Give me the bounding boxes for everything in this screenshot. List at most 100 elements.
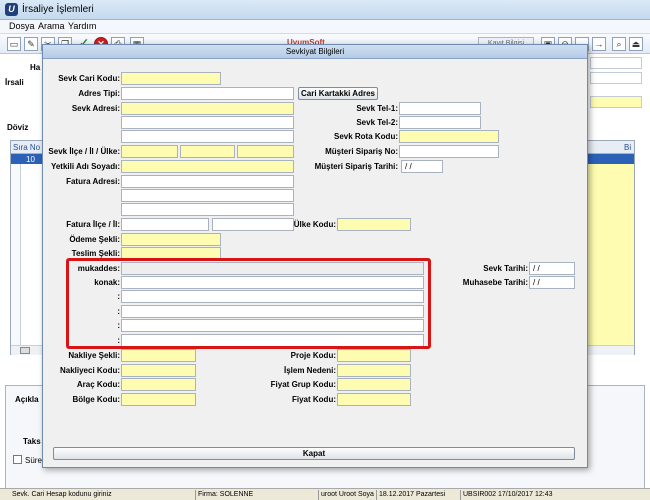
sevk-tel-2-input[interactable] [399,116,481,129]
fatura-adresi-line2[interactable] [121,189,294,202]
bg-grid-row-indicator [11,164,21,345]
label-extra-2: : [117,307,120,316]
bg-label-doviz: Döviz [7,123,29,132]
label-sevk-adresi: Sevk Adresi: [71,104,120,113]
menu-dosya[interactable]: Dosya [9,21,35,31]
bolge-kodu-input[interactable] [121,393,196,406]
musteri-siparis-no-input[interactable] [399,145,499,158]
label-sevk-tarihi: Sevk Tarihi: [483,264,528,273]
adres-tipi-input[interactable] [121,87,294,100]
status-user: uroot Uroot Soyadı [318,490,374,500]
label-proje-kodu: Proje Kodu: [290,351,336,360]
sevk-adresi-line3[interactable] [121,130,294,143]
odeme-sekli-input[interactable] [121,233,221,246]
fatura-adresi-line1[interactable] [121,175,294,188]
label-sevk-rota-kodu: Sevk Rota Kodu: [333,132,398,141]
label-muhasebe-tarihi: Muhasebe Tarihi: [462,278,528,287]
bg-label-sureli: Süre [25,456,42,465]
menu-bar: Dosya Arama Yardım [0,20,650,34]
mukaddes-input[interactable] [121,262,424,275]
label-musteri-siparis-tarihi: Müşteri Sipariş Tarihi: [314,162,398,171]
bg-grid-scroll-thumb[interactable] [20,347,30,354]
yetkili-adi-soyadi-input[interactable] [121,160,294,173]
bg-label-irsali: İrsali [5,78,24,87]
label-extra-3: : [117,321,120,330]
arac-kodu-input[interactable] [121,378,196,391]
bg-grid-col-bi: Bi [624,143,632,152]
sevk-adresi-line1[interactable] [121,102,294,115]
label-extra-1: : [117,292,120,301]
fatura-ilce-input[interactable] [121,218,209,231]
window-titlebar [0,0,650,20]
label-extra-4: : [117,336,120,345]
label-mukaddes: mukaddes: [77,264,120,273]
dialog-title: Sevkiyat Bilgileri [285,47,345,56]
bg-sureli-checkbox[interactable] [13,455,22,464]
sevk-tel-1-input[interactable] [399,102,481,115]
label-sevk-tel-1: Sevk Tel-1: [356,104,398,113]
exit-icon[interactable]: ⏏ [629,37,643,51]
bg-field-yellow[interactable] [590,96,642,108]
label-konak: konak: [94,278,120,287]
muhasebe-tarihi-input[interactable]: / / [529,276,575,289]
label-fiyat-kodu: Fiyat Kodu: [292,395,336,404]
label-sevk-tel-2: Sevk Tel-2: [356,118,398,127]
label-fiyat-grup-kodu: Fiyat Grup Kodu: [270,380,336,389]
extra-field-3[interactable] [121,319,424,332]
fatura-adresi-line3[interactable] [121,203,294,216]
app-logo-icon: U [5,3,18,16]
edit-icon[interactable]: ✎ [24,37,38,51]
konak-input[interactable] [121,276,424,289]
label-bolge-kodu: Bölge Kodu: [72,395,120,404]
sevk-ilce-input[interactable] [121,145,178,158]
musteri-siparis-tarihi-input[interactable]: / / [401,160,443,173]
extra-field-2[interactable] [121,305,424,318]
bg-field-2[interactable] [590,72,642,84]
label-islem-nedeni: İşlem Nedeni: [283,366,336,375]
label-fatura-adresi: Fatura Adresi: [66,177,120,186]
extra-field-4[interactable] [121,334,424,347]
window-title: İrsaliye İşlemleri [22,4,94,15]
menu-yardim[interactable]: Yardım [68,21,96,31]
label-ulke-kodu: Ülke Kodu: [293,220,336,229]
label-nakliyeci-kodu: Nakliyeci Kodu: [59,366,120,375]
teslim-sekli-input[interactable] [121,247,221,260]
label-musteri-siparis-no: Müşteri Sipariş No: [325,147,398,156]
label-sevk-cari-kodu: Sevk Cari Kodu: [58,74,120,83]
sevk-adresi-line2[interactable] [121,116,294,129]
sevk-tarihi-input[interactable]: / / [529,262,575,275]
bg-grid-yellow-column [588,164,634,345]
extra-field-1[interactable] [121,290,424,303]
bg-label-taksit: Taks [23,437,41,446]
label-sevk-ilce-il-ulke: Sevk İlçe / İl / Ülke: [48,147,120,156]
cari-kartakki-adres-button[interactable]: Cari Kartakki Adres [298,87,378,100]
new-document-icon[interactable]: ▭ [7,37,21,51]
bg-label-aciklama: Açıkla [15,395,39,404]
arrow-right-icon[interactable]: → [592,37,606,51]
fiyat-kodu-input[interactable] [337,393,411,406]
status-hint: Sevk. Cari Hesap kodunu giriniz [12,491,112,498]
nakliye-sekli-input[interactable] [121,349,196,362]
menu-arama[interactable]: Arama [38,21,65,31]
search-icon[interactable]: ⌕ [612,37,626,51]
nakliyeci-kodu-input[interactable] [121,364,196,377]
label-fatura-ilce-il: Fatura İlçe / İl: [66,220,120,229]
kapat-button[interactable]: Kapat [53,447,575,460]
proje-kodu-input[interactable] [337,349,411,362]
bg-label-ha: Ha [30,63,41,72]
islem-nedeni-input[interactable] [337,364,411,377]
sevk-ulke-input[interactable] [237,145,294,158]
label-yetkili-adi-soyadi: Yetkili Adı Soyadı: [50,162,120,171]
label-teslim-sekli: Teslim Şekli: [71,249,120,258]
ulke-kodu-input[interactable] [337,218,411,231]
label-odeme-sekli: Ödeme Şekli: [69,235,120,244]
sevk-cari-kodu-input[interactable] [121,72,221,85]
label-adres-tipi: Adres Tipi: [78,89,120,98]
fiyat-grup-kodu-input[interactable] [337,378,411,391]
status-version: UBSIR002 17/10/2017 12:43 [460,490,648,500]
bg-field-top[interactable] [590,57,642,69]
label-arac-kodu: Araç Kodu: [76,380,120,389]
sevk-rota-kodu-input[interactable] [399,130,499,143]
status-firma: Firma: SOLENNE [195,490,307,500]
sevk-il-input[interactable] [180,145,235,158]
